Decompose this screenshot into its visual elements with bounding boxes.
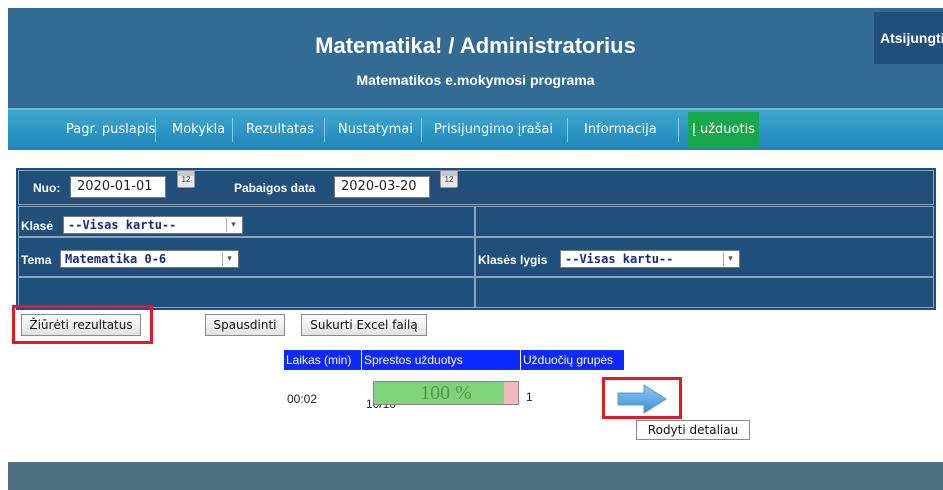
nav-item-settings[interactable]: Nustatymai [338, 110, 413, 150]
details-tooltip: Rodyti detaliau [636, 420, 750, 440]
export-excel-button[interactable]: Sukurti Excel failą [301, 314, 427, 336]
class-select[interactable]: --Visas kartu-- ▾ [63, 216, 243, 234]
topic-label: Tema [21, 253, 52, 267]
progress-label: 100 % [420, 382, 472, 404]
calendar-icon[interactable]: 12 [177, 170, 195, 188]
nav-item-tasks[interactable]: Į užduotis [688, 112, 759, 148]
result-groups: 1 [526, 390, 533, 404]
logout-button[interactable]: Atsijungti [874, 12, 943, 64]
progress-bar: 100 % [373, 381, 519, 405]
from-date-input[interactable]: 2020-01-01 [70, 176, 166, 198]
nav-separator [324, 118, 325, 142]
level-select-value: --Visas kartu-- [565, 252, 674, 266]
main-nav: Pagr. puslapis Mokykla Rezultatas Nustat… [8, 108, 943, 150]
to-date-input[interactable]: 2020-03-20 [334, 176, 430, 198]
class-label: Klasė [21, 219, 54, 233]
column-header-solved: Sprestos užduotys [362, 350, 520, 370]
nav-item-information[interactable]: Informacija [584, 110, 657, 150]
nav-separator [678, 118, 679, 142]
nav-separator [155, 118, 156, 142]
filter-cell-blank [18, 277, 475, 308]
topic-select[interactable]: Matematika 0-6 ▾ [60, 250, 239, 268]
highlight-box [602, 377, 682, 419]
level-label: Klasės lygis [478, 253, 548, 267]
app-title: Matematika! / Administratorius [315, 33, 636, 58]
nav-separator [421, 118, 422, 142]
column-header-groups: Užduočių grupės [521, 350, 624, 370]
level-select[interactable]: --Visas kartu-- ▾ [560, 250, 740, 268]
column-header-time: Laikas (min) [284, 350, 361, 370]
chevron-down-icon: ▾ [226, 218, 240, 232]
nav-separator [232, 118, 233, 142]
filter-cell-blank [475, 277, 934, 308]
highlight-box [12, 305, 153, 344]
filter-cell-empty [475, 206, 934, 237]
nav-item-home[interactable]: Pagr. puslapis [66, 110, 155, 150]
header-bar: Matematika! / Administratorius Matematik… [8, 8, 943, 108]
print-button[interactable]: Spausdinti [205, 314, 285, 336]
class-select-value: --Visas kartu-- [68, 218, 177, 232]
nav-item-results[interactable]: Rezultatas [246, 110, 314, 150]
topic-select-value: Matematika 0-6 [65, 252, 167, 266]
footer-bar [8, 462, 943, 490]
result-time: 00:02 [287, 392, 318, 406]
chevron-down-icon: ▾ [222, 252, 236, 266]
nav-separator [567, 118, 568, 142]
app-subtitle: Matematikos e.mokymosi programa [356, 72, 595, 88]
chevron-down-icon: ▾ [723, 252, 737, 266]
to-label: Pabaigos data [234, 181, 316, 195]
calendar-icon[interactable]: 12 [440, 170, 458, 188]
nav-item-login-records[interactable]: Prisijungimo įrašai [434, 110, 553, 150]
nav-item-school[interactable]: Mokykla [172, 110, 225, 150]
from-label: Nuo: [33, 181, 61, 195]
